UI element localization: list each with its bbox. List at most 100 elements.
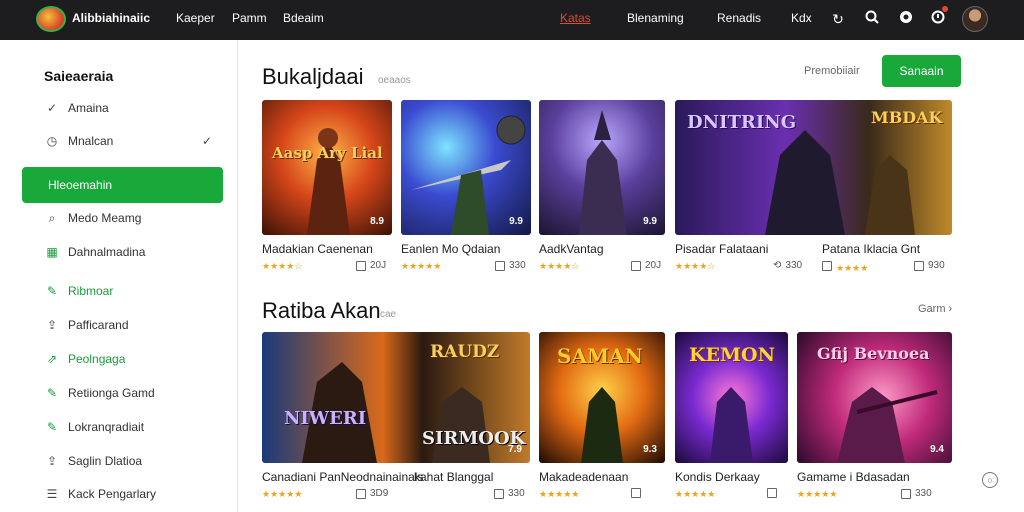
game-meta[interactable]: 330 (494, 488, 525, 499)
bell-icon[interactable] (928, 9, 948, 29)
game-title[interactable]: Makadeadenaan (539, 470, 628, 484)
nav-item[interactable]: Pamm (232, 11, 267, 25)
game-thumbnail[interactable]: Aasp Ary Lial 8.9 (262, 100, 392, 235)
game-card[interactable]: 9.9 Eanlen Mo Qdaian ★★★★★ 330 (401, 100, 531, 280)
checkbox-icon (767, 488, 777, 498)
upload-icon: ⇪ (46, 318, 58, 332)
game-card[interactable]: NIWERI RAUDZ SIRMOOK 7.9 Canadiani PanNe… (262, 332, 530, 507)
sidebar-item[interactable]: ✓ Amaina (0, 94, 238, 122)
game-card[interactable]: DNITRING MBDAK Pisadar Falataani ★★★★☆ ⟲… (675, 100, 952, 280)
section-title: Bukaljdaai (262, 64, 364, 89)
game-banner: RAUDZ (430, 342, 500, 362)
edit-icon: ✎ (46, 386, 58, 400)
game-title[interactable]: kahat Blanggal (414, 470, 493, 484)
game-banner: KEMON (689, 344, 775, 366)
game-meta[interactable]: 330 (901, 488, 932, 499)
game-title[interactable]: Pisadar Falataani (675, 242, 768, 256)
avatar[interactable] (962, 6, 988, 32)
sidebar-item[interactable]: ⇗ Peolngaga (0, 345, 238, 373)
edit-icon: ✎ (46, 284, 58, 298)
game-meta[interactable]: 930 (914, 260, 945, 271)
filter-link[interactable]: Garm › (918, 303, 952, 315)
scroll-top-icon[interactable]: ○ (982, 472, 998, 488)
checkbox-icon (495, 260, 505, 271)
game-title[interactable]: Canadiani PanNeodnainainals (262, 470, 423, 484)
sidebar-item[interactable]: ✎ Ribmoar (0, 277, 238, 305)
game-meta[interactable]: ⟲ 330 (773, 260, 802, 271)
grid-icon: ▦ (46, 245, 58, 259)
rating-badge: 9.9 (509, 216, 523, 227)
checkbox-icon (901, 488, 911, 499)
game-thumbnail[interactable]: SAMAN 9.3 (539, 332, 665, 463)
nav-item[interactable]: Blenaming (627, 11, 684, 25)
game-meta[interactable] (767, 488, 777, 498)
nav-item[interactable]: Kdx (791, 11, 812, 25)
share-icon: ⟲ (773, 260, 782, 271)
game-meta[interactable]: 20J (356, 260, 386, 271)
game-card[interactable]: 9.9 AadkVantag ★★★★☆ 20J (539, 100, 665, 280)
rating-stars: ★★★★★ (675, 489, 716, 499)
game-card[interactable]: Gfij Bevnoea 9.4 Gamame i Bdasadan ★★★★★… (797, 332, 952, 507)
game-thumbnail[interactable]: NIWERI RAUDZ SIRMOOK 7.9 (262, 332, 530, 463)
nav-item[interactable]: Bdeaim (283, 11, 324, 25)
rating-stars: ★★★★☆ (539, 261, 580, 271)
game-meta[interactable]: 3D9 (356, 488, 388, 499)
game-meta[interactable]: 330 (495, 260, 526, 271)
nav-item[interactable]: Renadis (717, 11, 761, 25)
sidebar-item[interactable]: ▦ Dahnalmadina (0, 238, 238, 266)
notification-dot (942, 6, 948, 12)
sidebar-title: Saieaeraia (44, 68, 114, 84)
check-icon: ✓ (201, 134, 212, 148)
check-icon: ✓ (46, 101, 58, 115)
game-card[interactable]: KEMON Kondis Derkaay ★★★★★ (675, 332, 788, 507)
game-thumbnail[interactable]: 9.9 (401, 100, 531, 235)
primary-button[interactable]: Sanaain (882, 55, 961, 87)
nav-item[interactable]: Kaeper (176, 11, 215, 25)
game-banner: Aasp Ary Lial (272, 144, 383, 162)
game-card[interactable]: Patana Iklacia Gnt ★★★★ 930 (822, 100, 952, 280)
game-title[interactable]: AadkVantag (539, 242, 604, 256)
game-card[interactable]: Aasp Ary Lial 8.9 Madakian Caenenan ★★★★… (262, 100, 392, 280)
refresh-icon[interactable]: ↻ (828, 9, 848, 29)
sidebar-item[interactable]: ✎ Lokranqradiait (0, 413, 238, 441)
rating-stars: ★★★★★ (539, 489, 580, 499)
rating-stars: ★★★★★ (401, 261, 442, 271)
game-thumbnail[interactable]: 9.9 (539, 100, 665, 235)
sidebar-item[interactable]: ⌕ Medo Meamg (0, 204, 238, 232)
chat-icon[interactable] (896, 9, 916, 29)
game-title[interactable]: Madakian Caenenan (262, 242, 373, 256)
rating-stars: ★★★★★ (797, 489, 838, 499)
sidebar-item-label: Medo Meamg (68, 211, 142, 225)
game-title[interactable]: Kondis Derkaay (675, 470, 760, 484)
search-icon[interactable] (862, 9, 882, 29)
brand-logo[interactable] (36, 6, 66, 32)
game-title[interactable]: Eanlen Mo Qdaian (401, 242, 500, 256)
checkbox-icon (631, 488, 641, 498)
game-thumbnail[interactable]: KEMON (675, 332, 788, 463)
sidebar-item-label: Lokranqradiait (68, 420, 145, 434)
game-title[interactable]: Gamame i Bdasadan (797, 470, 910, 484)
sidebar-item-active[interactable]: Hleoemahin (22, 167, 223, 203)
game-thumbnail[interactable]: Gfij Bevnoea 9.4 (797, 332, 952, 463)
brand-name[interactable]: Alibbiahinaiic (72, 11, 150, 25)
sidebar-item[interactable]: ⇪ Saglin Dlatioa (0, 447, 238, 475)
filter-link[interactable]: Premobiiair (804, 65, 860, 77)
list-icon: ☰ (46, 487, 58, 501)
sidebar-item[interactable]: ⇪ Pafficarand (0, 311, 238, 339)
game-meta[interactable]: 20J (631, 260, 661, 271)
rating-stars: ★★★★☆ (262, 261, 303, 271)
rating-badge: 8.9 (370, 216, 384, 227)
section-title: Ratiba Akan (262, 298, 381, 323)
sidebar-item[interactable]: ✎ Retiionga Gamd (0, 379, 238, 407)
section-subtitle: cae (380, 309, 397, 320)
game-card[interactable]: SAMAN 9.3 Makadeadenaan ★★★★★ (539, 332, 665, 507)
nav-item-active[interactable]: Katas (560, 11, 591, 25)
sidebar-item[interactable]: ☰ Kack Pengarlary (0, 480, 238, 508)
rating-badge: 9.4 (930, 444, 944, 455)
sidebar-item[interactable]: ◷ Mnalcan ✓ (0, 127, 238, 155)
checkbox-icon (822, 261, 832, 271)
search-icon: ⌕ (48, 210, 56, 225)
game-meta[interactable] (631, 488, 641, 498)
game-title[interactable]: Patana Iklacia Gnt (822, 242, 920, 256)
clock-icon: ◷ (46, 134, 58, 148)
